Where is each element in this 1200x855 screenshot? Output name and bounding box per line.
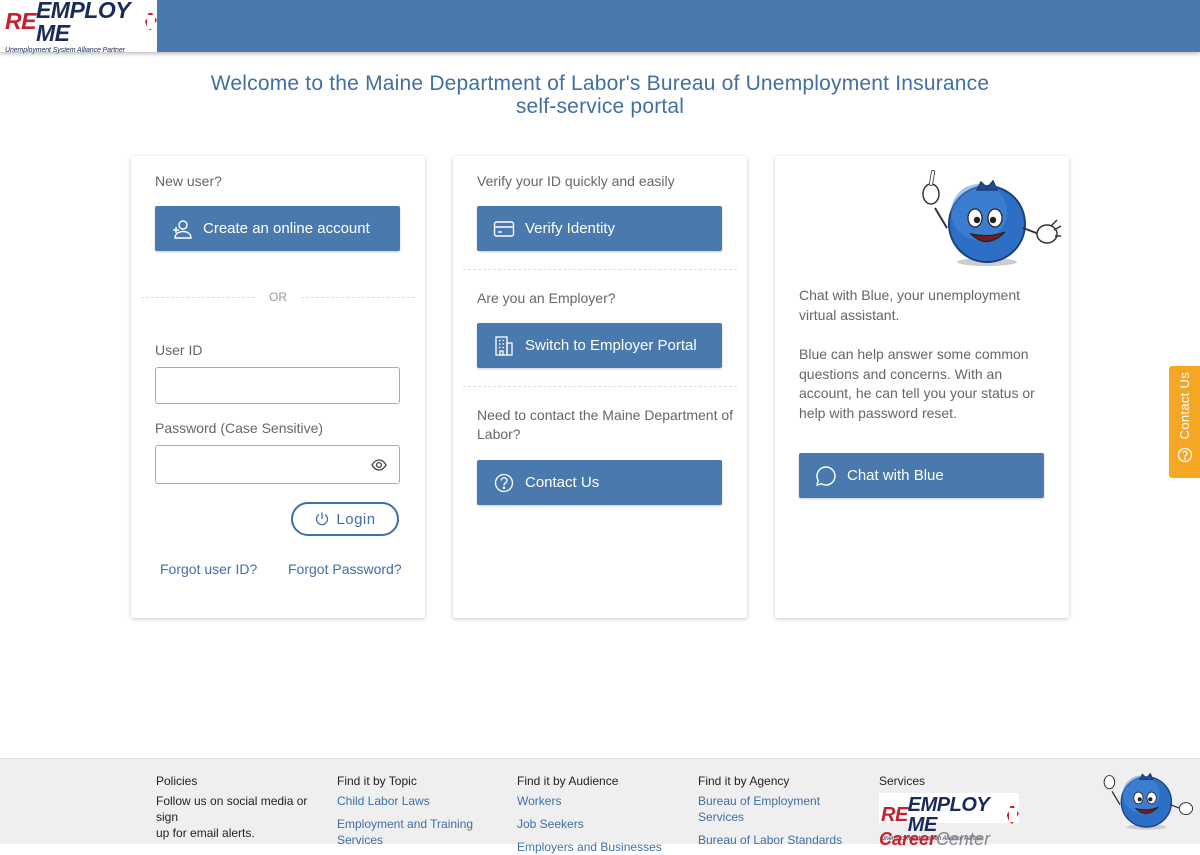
- password-label: Password (Case Sensitive): [155, 420, 324, 436]
- blue-mascot-image: [917, 168, 1062, 273]
- login-button[interactable]: Login: [291, 502, 399, 536]
- password-input[interactable]: [155, 445, 400, 484]
- employer-label: Are you an Employer?: [477, 290, 616, 306]
- footer-social-text: up for email alerts.: [156, 826, 255, 840]
- footer-link[interactable]: Child Labor Laws: [337, 793, 487, 809]
- forgot-user-id-link[interactable]: Forgot user ID?: [160, 561, 257, 577]
- logo-wordmark: RE EMPLOY ME: [5, 0, 157, 45]
- chat-card: Chat with Blue, your unemployment virtua…: [775, 156, 1069, 618]
- login-card: New user? Create an online account OR Us…: [131, 156, 425, 618]
- footer-heading: Services: [879, 774, 926, 788]
- verify-card: Verify your ID quickly and easily Verify…: [453, 156, 747, 618]
- footer-services-column: Services RE EMPLOY ME Unemployment System…: [879, 773, 1029, 850]
- footer-social-text: Follow us on social media or sign: [156, 794, 308, 824]
- power-icon: [314, 511, 330, 527]
- create-account-button[interactable]: Create an online account: [155, 206, 400, 251]
- reemployme-logo[interactable]: RE EMPLOY ME Unemployment System Alliance…: [0, 0, 157, 54]
- contact-us-side-tab[interactable]: Contact Us: [1169, 366, 1200, 478]
- chat-intro-text: Chat with Blue, your unemployment virtua…: [799, 287, 1020, 323]
- chat-with-blue-button[interactable]: Chat with Blue: [799, 453, 1044, 498]
- user-id-input[interactable]: [155, 367, 400, 404]
- footer-link[interactable]: Workers: [517, 793, 667, 809]
- chat-description-text: Blue can help answer some common questio…: [799, 346, 1035, 421]
- building-icon: [493, 335, 515, 357]
- verify-identity-button[interactable]: Verify Identity: [477, 206, 722, 251]
- footer-link[interactable]: Employment and Training Services: [337, 816, 487, 848]
- add-user-icon: [171, 218, 193, 240]
- footer-heading: Find it by Audience: [517, 774, 619, 788]
- footer-link[interactable]: Employers and Businesses: [517, 839, 667, 855]
- id-card-icon: [493, 218, 515, 240]
- site-footer: Policies Follow us on social media or si…: [0, 758, 1200, 854]
- help-question-icon: [1177, 447, 1193, 468]
- footer-audience-column: Find it by Audience Workers Job Seekers …: [517, 773, 667, 855]
- footer-heading: Policies: [156, 774, 198, 788]
- logo-subtitle: Unemployment System Alliance Partner: [5, 46, 125, 54]
- help-question-icon: [493, 472, 515, 494]
- footer-link[interactable]: Bureau of Labor Standards: [698, 832, 848, 848]
- section-divider: [463, 386, 737, 387]
- career-center-logo[interactable]: CareerCenter: [879, 829, 1029, 850]
- forgot-password-link[interactable]: Forgot Password?: [288, 561, 402, 577]
- section-divider: [463, 269, 737, 270]
- contact-us-button[interactable]: Contact Us: [477, 460, 722, 505]
- verify-id-label: Verify your ID quickly and easily: [477, 173, 675, 189]
- contact-label: Need to contact the Maine Department of …: [477, 407, 734, 442]
- maine-state-icon: [1006, 806, 1019, 824]
- footer-heading: Find it by Agency: [698, 774, 790, 788]
- user-id-label: User ID: [155, 342, 203, 358]
- or-divider: OR: [141, 290, 415, 304]
- show-password-eye-icon[interactable]: [371, 457, 387, 473]
- chat-bubble-icon: [815, 465, 837, 487]
- footer-link[interactable]: Job Seekers: [517, 816, 667, 832]
- footer-heading: Find it by Topic: [337, 774, 417, 788]
- footer-link[interactable]: Bureau of Employment Services: [698, 793, 848, 825]
- footer-agency-column: Find it by Agency Bureau of Employment S…: [698, 773, 848, 848]
- reemployme-footer-logo[interactable]: RE EMPLOY ME Unemployment System Alliance…: [879, 793, 1019, 842]
- employer-portal-button[interactable]: Switch to Employer Portal: [477, 323, 722, 368]
- page-title: Welcome to the Maine Department of Labor…: [210, 72, 990, 118]
- blue-mascot-footer-image: [1100, 765, 1196, 836]
- maine-state-icon: [144, 12, 157, 31]
- top-header-bar: RE EMPLOY ME Unemployment System Alliance…: [0, 0, 1200, 54]
- footer-topic-column: Find it by Topic Child Labor Laws Employ…: [337, 773, 487, 848]
- new-user-label: New user?: [155, 173, 222, 189]
- footer-policies-column: Policies Follow us on social media or si…: [156, 773, 316, 841]
